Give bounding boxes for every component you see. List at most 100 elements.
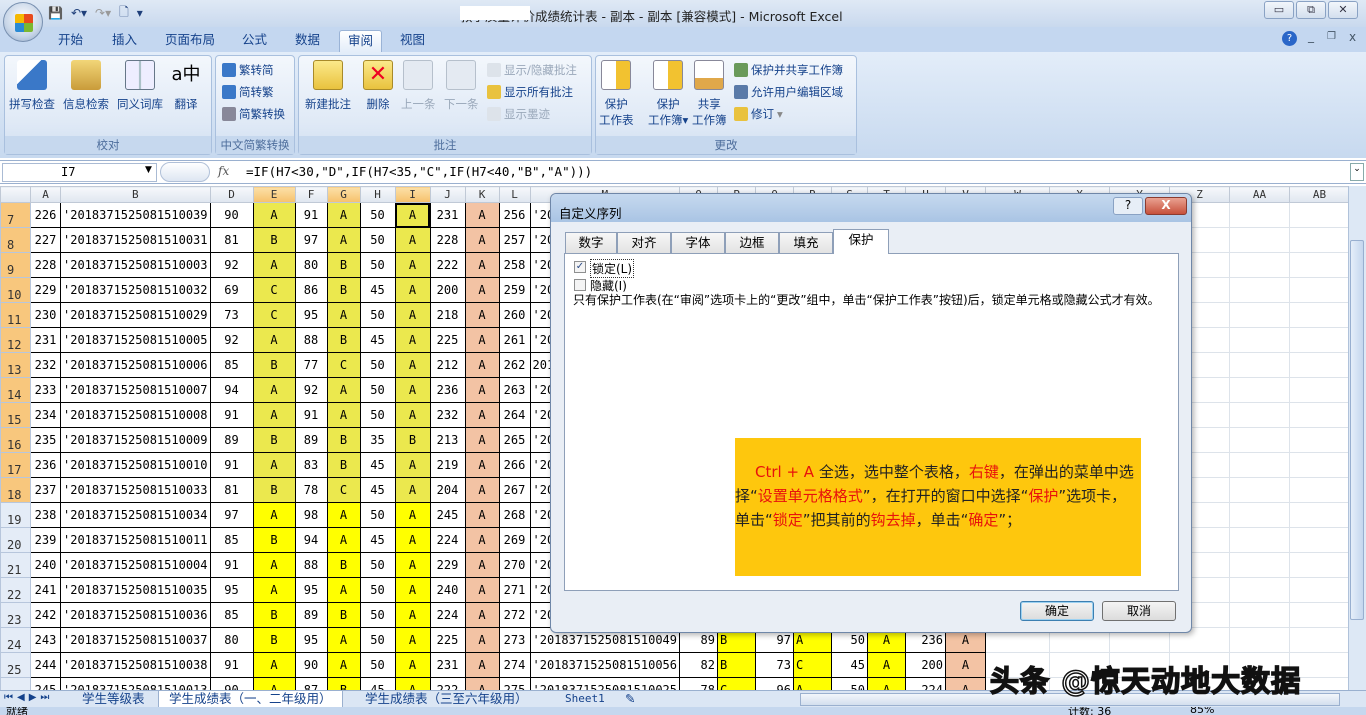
cell-l8[interactable]: 257 bbox=[499, 228, 530, 253]
cancel-button[interactable]: 取消 bbox=[1102, 601, 1176, 621]
cell-aa7[interactable] bbox=[1230, 203, 1290, 228]
formula-bar-slider[interactable] bbox=[160, 162, 210, 182]
cell-g15[interactable]: A bbox=[327, 403, 360, 428]
cell-i14[interactable]: A bbox=[395, 378, 430, 403]
allow-edit-ranges-button[interactable]: 允许用户编辑区域 bbox=[734, 82, 843, 102]
cell-d9[interactable]: 92 bbox=[210, 253, 253, 278]
cell-g24[interactable]: A bbox=[327, 628, 360, 653]
cell-f10[interactable]: 86 bbox=[295, 278, 327, 303]
cell-b15[interactable]: '2018371525081510008 bbox=[61, 403, 211, 428]
cell-d20[interactable]: 85 bbox=[210, 528, 253, 553]
cell-ab13[interactable] bbox=[1290, 353, 1350, 378]
cell-ab19[interactable] bbox=[1290, 503, 1350, 528]
cell-l10[interactable]: 259 bbox=[499, 278, 530, 303]
cell-e13[interactable]: B bbox=[253, 353, 295, 378]
cell-f8[interactable]: 97 bbox=[295, 228, 327, 253]
simp-to-trad-button[interactable]: 简转繁 bbox=[222, 82, 274, 102]
cell-aa8[interactable] bbox=[1230, 228, 1290, 253]
cell-b9[interactable]: '2018371525081510003 bbox=[61, 253, 211, 278]
protect-workbook-button[interactable]: 保护工作簿▾ bbox=[648, 60, 688, 128]
cell-e8[interactable]: B bbox=[253, 228, 295, 253]
previous-comment-button[interactable]: 上一条 bbox=[401, 60, 436, 112]
cell-j18[interactable]: 204 bbox=[430, 478, 465, 503]
cell-e21[interactable]: A bbox=[253, 553, 295, 578]
close-button[interactable]: ✕ bbox=[1328, 1, 1358, 19]
cell-a15[interactable]: 234 bbox=[31, 403, 61, 428]
row-header[interactable]: 8 bbox=[1, 228, 31, 253]
row-header[interactable]: 14 bbox=[1, 378, 31, 403]
cell-i21[interactable]: A bbox=[395, 553, 430, 578]
chinese-conversion-button[interactable]: 简繁转换 bbox=[222, 104, 285, 124]
cell-h11[interactable]: 50 bbox=[360, 303, 395, 328]
cell-aa23[interactable] bbox=[1230, 603, 1290, 628]
cell-i13[interactable]: A bbox=[395, 353, 430, 378]
cell-b24[interactable]: '2018371525081510037 bbox=[61, 628, 211, 653]
insert-sheet-icon[interactable]: ✎ bbox=[615, 691, 645, 708]
cell-o25[interactable]: 82 bbox=[680, 653, 718, 678]
cell-j16[interactable]: 213 bbox=[430, 428, 465, 453]
cell-j7[interactable]: 231 bbox=[430, 203, 465, 228]
cell-i11[interactable]: A bbox=[395, 303, 430, 328]
cell-b7[interactable]: '2018371525081510039 bbox=[61, 203, 211, 228]
cell-d8[interactable]: 81 bbox=[210, 228, 253, 253]
cell-j21[interactable]: 229 bbox=[430, 553, 465, 578]
cell-h8[interactable]: 50 bbox=[360, 228, 395, 253]
tab-formulas[interactable]: 公式 bbox=[234, 30, 275, 52]
cell-aa24[interactable] bbox=[1230, 628, 1290, 653]
cell-r25[interactable]: C bbox=[794, 653, 832, 678]
name-box[interactable]: I7 bbox=[2, 163, 157, 182]
show-ink-button[interactable]: 显示墨迹 bbox=[487, 104, 550, 124]
cell-k11[interactable]: A bbox=[465, 303, 499, 328]
formula-input[interactable]: =IF(H7<30,"D",IF(H7<35,"C",IF(H7<40,"B",… bbox=[246, 164, 592, 179]
cell-b22[interactable]: '2018371525081510035 bbox=[61, 578, 211, 603]
cell-f13[interactable]: 77 bbox=[295, 353, 327, 378]
cell-b8[interactable]: '2018371525081510031 bbox=[61, 228, 211, 253]
cell-l21[interactable]: 270 bbox=[499, 553, 530, 578]
dialog-close-button[interactable]: X bbox=[1145, 197, 1187, 215]
cell-d23[interactable]: 85 bbox=[210, 603, 253, 628]
tab-home[interactable]: 开始 bbox=[50, 30, 91, 52]
row-header[interactable]: 17 bbox=[1, 453, 31, 478]
cell-f17[interactable]: 83 bbox=[295, 453, 327, 478]
cell-h23[interactable]: 50 bbox=[360, 603, 395, 628]
cell-a16[interactable]: 235 bbox=[31, 428, 61, 453]
cell-j15[interactable]: 232 bbox=[430, 403, 465, 428]
tab-review[interactable]: 审阅 bbox=[339, 30, 382, 52]
cell-d10[interactable]: 69 bbox=[210, 278, 253, 303]
name-box-dropdown-icon[interactable]: ▼ bbox=[145, 165, 152, 175]
hidden-checkbox[interactable] bbox=[574, 279, 586, 291]
cell-h10[interactable]: 45 bbox=[360, 278, 395, 303]
cell-e16[interactable]: B bbox=[253, 428, 295, 453]
cell-f16[interactable]: 89 bbox=[295, 428, 327, 453]
sheet-tab-grades[interactable]: 学生等级表 bbox=[72, 691, 155, 708]
cell-aa18[interactable] bbox=[1230, 478, 1290, 503]
column-header-e[interactable]: E bbox=[253, 187, 295, 203]
cell-i12[interactable]: A bbox=[395, 328, 430, 353]
column-header-g[interactable]: G bbox=[327, 187, 360, 203]
cell-aa9[interactable] bbox=[1230, 253, 1290, 278]
cell-k16[interactable]: A bbox=[465, 428, 499, 453]
cell-u25[interactable]: 200 bbox=[906, 653, 946, 678]
cell-a13[interactable]: 232 bbox=[31, 353, 61, 378]
cell-ab14[interactable] bbox=[1290, 378, 1350, 403]
cell-h25[interactable]: 50 bbox=[360, 653, 395, 678]
cell-b13[interactable]: '2018371525081510006 bbox=[61, 353, 211, 378]
cell-k7[interactable]: A bbox=[465, 203, 499, 228]
cell-h17[interactable]: 45 bbox=[360, 453, 395, 478]
cell-i17[interactable]: A bbox=[395, 453, 430, 478]
cell-f22[interactable]: 95 bbox=[295, 578, 327, 603]
cell-d19[interactable]: 97 bbox=[210, 503, 253, 528]
cell-aa17[interactable] bbox=[1230, 453, 1290, 478]
cell-g18[interactable]: C bbox=[327, 478, 360, 503]
row-header[interactable]: 16 bbox=[1, 428, 31, 453]
column-header-k[interactable]: K bbox=[465, 187, 499, 203]
cell-g20[interactable]: A bbox=[327, 528, 360, 553]
protect-share-button[interactable]: 保护并共享工作簿 bbox=[734, 60, 843, 80]
cell-e14[interactable]: A bbox=[253, 378, 295, 403]
cell-ab10[interactable] bbox=[1290, 278, 1350, 303]
cell-b12[interactable]: '2018371525081510005 bbox=[61, 328, 211, 353]
column-header-l[interactable]: L bbox=[499, 187, 530, 203]
cell-l13[interactable]: 262 bbox=[499, 353, 530, 378]
cell-l24[interactable]: 273 bbox=[499, 628, 530, 653]
sheet-nav-arrows-icon[interactable]: ⏮◀▶⏭ bbox=[4, 692, 53, 703]
